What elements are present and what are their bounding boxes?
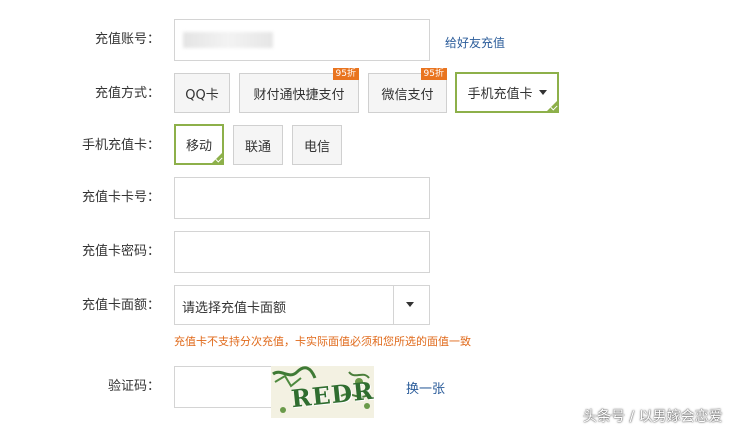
- watermark: 头条号 / 以男嫁会恋爱: [583, 409, 723, 425]
- card-value-hint: 充值卡不支持分次充值，卡实际面值必须和您所选的面值一致: [174, 335, 471, 348]
- payment-option-qqcard[interactable]: QQ卡: [174, 73, 230, 113]
- card-number-label: 充值卡卡号：: [81, 190, 160, 205]
- checkmark-icon: [210, 151, 224, 165]
- payment-option-phonecard[interactable]: 手机充值卡: [455, 72, 559, 113]
- captcha-input[interactable]: [174, 366, 274, 408]
- captcha-refresh-link[interactable]: 换一张: [406, 378, 445, 397]
- card-value-label: 充值卡面额：: [81, 298, 160, 313]
- payment-option-label: 微信支付: [381, 87, 434, 103]
- payment-option-label: 手机充值卡: [467, 87, 533, 102]
- carrier-option-label: 联通: [244, 139, 271, 155]
- payment-option-label: 财付通快捷支付: [253, 87, 345, 103]
- dropdown-arrow-icon[interactable]: [406, 302, 414, 307]
- account-value-blurred: [183, 32, 273, 48]
- carrier-option-label: 移动: [185, 139, 212, 154]
- carrier-option-mobile[interactable]: 移动: [174, 124, 224, 165]
- discount-badge: 95折: [332, 68, 359, 80]
- payment-label: 充值方式：: [94, 86, 160, 101]
- friend-recharge-link[interactable]: 给好友充值: [445, 34, 505, 51]
- chevron-down-icon: [538, 90, 547, 95]
- captcha-image[interactable]: REDR: [271, 366, 374, 418]
- carrier-label: 手机充值卡：: [81, 138, 160, 153]
- card-number-input[interactable]: [174, 177, 430, 219]
- checkmark-icon: [545, 99, 559, 113]
- carrier-option-label: 电信: [303, 139, 330, 155]
- card-password-label: 充值卡密码：: [81, 244, 160, 259]
- carrier-option-telecom[interactable]: 电信: [292, 125, 342, 165]
- payment-option-tenpay[interactable]: 财付通快捷支付 95折: [239, 68, 359, 113]
- payment-option-wechat[interactable]: 微信支付 95折: [368, 68, 447, 113]
- payment-option-label: QQ卡: [185, 87, 219, 103]
- card-value-selected: 请选择充值卡面额: [182, 301, 287, 316]
- card-password-input[interactable]: [174, 231, 430, 273]
- account-label: 充值账号：: [94, 32, 160, 47]
- discount-badge: 95折: [420, 68, 447, 80]
- captcha-label: 验证码：: [107, 379, 160, 394]
- select-divider: [393, 286, 394, 324]
- account-input[interactable]: [174, 19, 430, 61]
- carrier-option-unicom[interactable]: 联通: [233, 125, 283, 165]
- card-value-select[interactable]: 请选择充值卡面额: [174, 285, 430, 325]
